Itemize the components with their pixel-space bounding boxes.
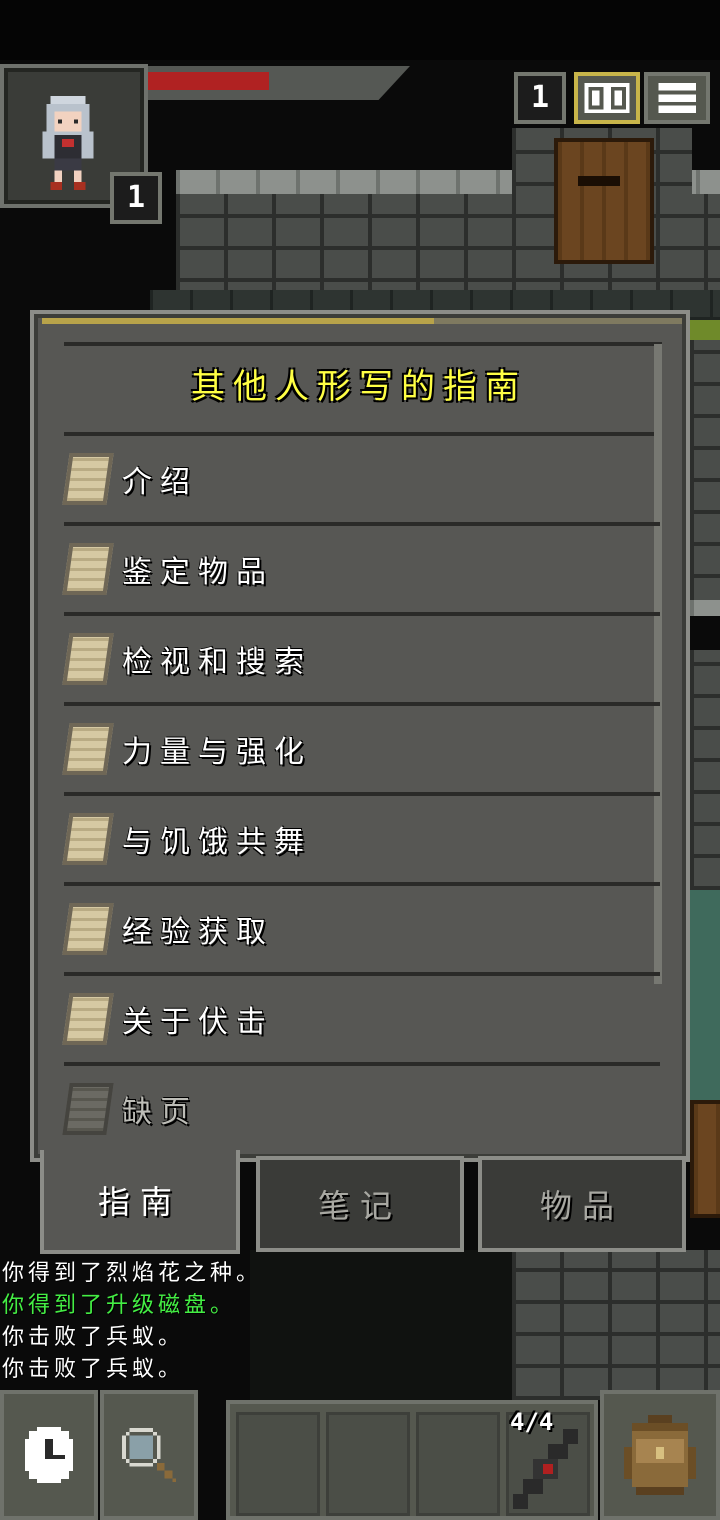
quickslot-3[interactable] [416, 1412, 500, 1516]
door-slot [578, 176, 620, 186]
search-button[interactable] [100, 1390, 198, 1520]
guide-entry-label: 鉴定物品 [122, 555, 274, 590]
void-background [0, 0, 720, 60]
guide-entry-label: 关于伏击 [122, 1005, 274, 1040]
magnifier-icon [121, 1427, 177, 1483]
document-page-icon [62, 903, 114, 955]
wooden-door[interactable] [554, 138, 654, 264]
depth-indicator[interactable]: 1 [514, 72, 566, 124]
guide-entry-label: 检视和搜索 [122, 645, 312, 680]
guide-entry-intro[interactable]: 介绍 [60, 434, 660, 526]
document-page-icon [62, 723, 114, 775]
log-line: 你击败了兵蚁。 [2, 1357, 185, 1382]
journal-icon [584, 83, 630, 113]
message-log: 你得到了烈焰花之种。 你得到了升级磁盘。 你击败了兵蚁。 你击败了兵蚁。 [2, 1258, 262, 1386]
document-page-icon [62, 813, 114, 865]
log-line: 你得到了烈焰花之种。 [2, 1261, 263, 1286]
side-door[interactable] [690, 1100, 720, 1218]
document-page-icon [62, 543, 114, 595]
guide-entry-hunger[interactable]: 与饥饿共舞 [60, 794, 660, 886]
guide-entry-strength[interactable]: 力量与强化 [60, 704, 660, 796]
backpack-button[interactable] [600, 1390, 720, 1520]
document-page-icon [62, 993, 114, 1045]
guide-entry-search[interactable]: 检视和搜索 [60, 614, 660, 706]
guide-entry-label: 缺页 [122, 1095, 198, 1130]
moss-patch [690, 320, 720, 340]
hp-bar-fill [148, 72, 269, 90]
backpack-icon [624, 1415, 696, 1495]
document-page-icon [62, 1083, 114, 1135]
menu-button[interactable] [644, 72, 710, 124]
menu-icon [658, 83, 696, 113]
clock-icon [25, 1427, 73, 1483]
quickslot-2[interactable] [326, 1412, 410, 1516]
journal-window: 其他人形写的指南 介绍 鉴定物品 检视和搜索 力量与强化 与饥饿共舞 经验获取 … [30, 310, 690, 1162]
ammo-count: 4/4 [510, 1408, 554, 1436]
quickslot-bar: 4/4 [226, 1400, 598, 1520]
guide-entry-label: 介绍 [122, 465, 198, 500]
document-page-icon [62, 633, 114, 685]
hp-bar [148, 66, 410, 100]
document-page-icon [62, 453, 114, 505]
log-line: 你得到了升级磁盘。 [2, 1293, 237, 1318]
guide-entry-missing-page[interactable]: 缺页 [60, 1064, 660, 1154]
tab-items[interactable]: 物品 [478, 1156, 686, 1252]
guide-entry-label: 力量与强化 [122, 735, 312, 770]
gun-icon [513, 1429, 578, 1509]
guide-list: 介绍 鉴定物品 检视和搜索 力量与强化 与饥饿共舞 经验获取 关于伏击 缺页 [60, 434, 660, 1154]
wall-top-right [690, 600, 720, 616]
window-title: 其他人形写的指南 [191, 367, 527, 407]
tab-notes[interactable]: 笔记 [256, 1156, 464, 1252]
hero-sprite-icon [42, 96, 94, 190]
water-tile [690, 890, 720, 1100]
guide-entry-identify[interactable]: 鉴定物品 [60, 524, 660, 616]
guide-entry-ambush[interactable]: 关于伏击 [60, 974, 660, 1066]
guide-entry-experience[interactable]: 经验获取 [60, 884, 660, 976]
log-line: 你击败了兵蚁。 [2, 1325, 185, 1350]
dungeon-floor-bottom [250, 1250, 512, 1400]
guide-entry-label: 与饥饿共舞 [122, 825, 312, 860]
wait-button[interactable] [0, 1390, 98, 1520]
dungeon-wall-bottom [512, 1250, 720, 1400]
dungeon-wall-right [690, 330, 720, 610]
guide-entry-label: 经验获取 [122, 915, 274, 950]
quickslot-1[interactable] [236, 1412, 320, 1516]
dungeon-wall-right-2 [690, 650, 720, 890]
journal-button[interactable] [574, 72, 640, 124]
tab-guides[interactable]: 指南 [40, 1150, 240, 1254]
hero-level-badge: 1 [110, 172, 162, 224]
window-accent-line [434, 318, 682, 324]
